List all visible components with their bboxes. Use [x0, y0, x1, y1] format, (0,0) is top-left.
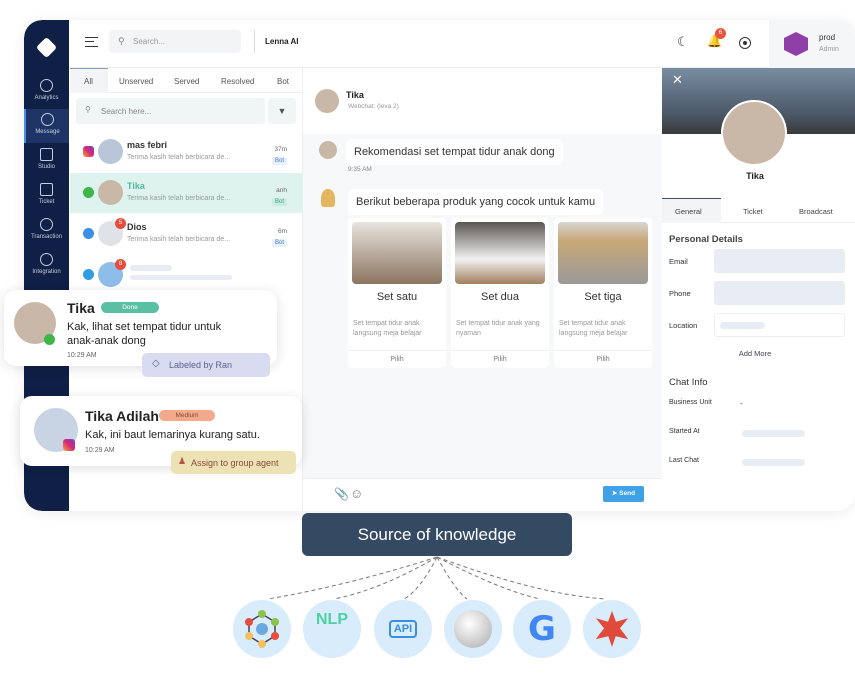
knowledge-graph-icon [233, 600, 291, 658]
connector-lines [267, 556, 607, 600]
api-icon: API [374, 600, 432, 658]
nlp-icon: NLP [303, 600, 361, 658]
wikipedia-icon [444, 600, 502, 658]
wolfram-icon [583, 600, 641, 658]
google-icon: G [513, 600, 571, 658]
